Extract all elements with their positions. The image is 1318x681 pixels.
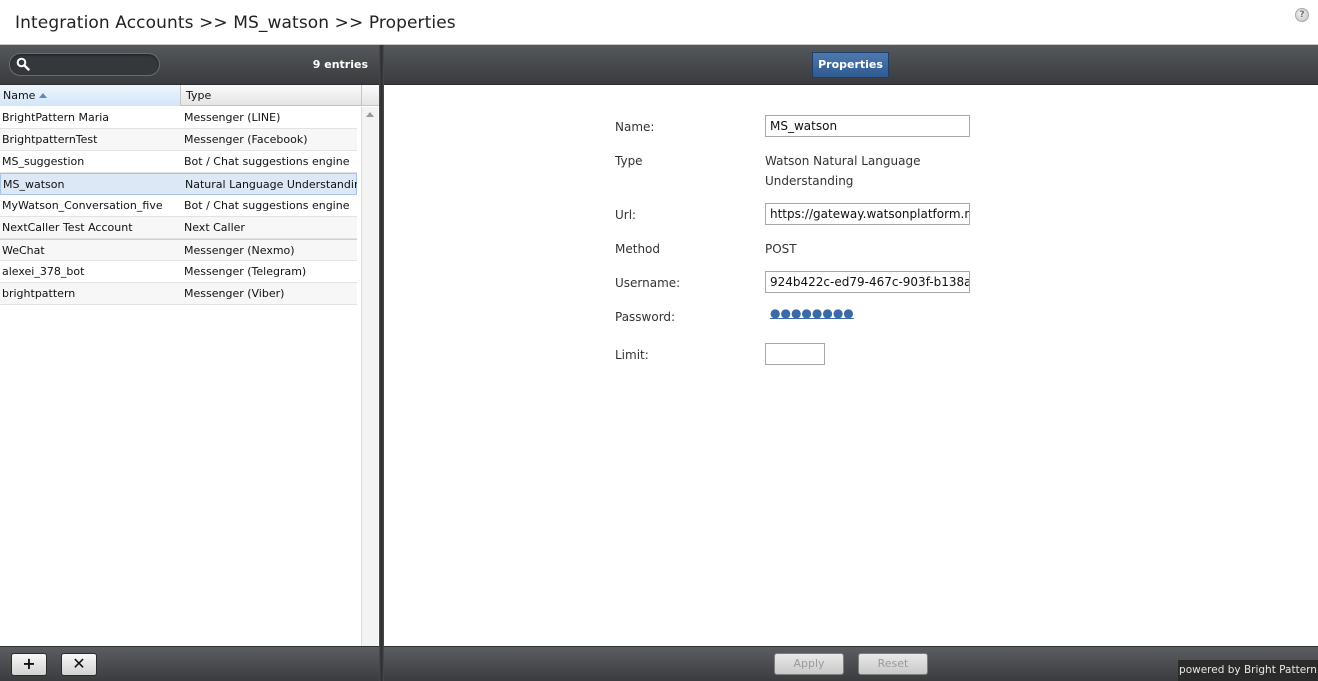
column-header-type[interactable]: Type bbox=[181, 85, 362, 106]
row-type: Messenger (Viber) bbox=[184, 287, 285, 300]
entries-count: 9 entries bbox=[312, 58, 368, 71]
search-icon bbox=[16, 57, 30, 71]
type-label: Type bbox=[615, 154, 643, 168]
grid-header: Name Type bbox=[0, 85, 379, 106]
row-type: Messenger (Telegram) bbox=[184, 265, 307, 278]
row-name: MyWatson_Conversation_five bbox=[2, 199, 163, 212]
row-type: Bot / Chat suggestions engine bbox=[184, 199, 350, 212]
row-type: Bot / Chat suggestions engine bbox=[184, 155, 350, 168]
method-label: Method bbox=[615, 242, 661, 256]
limit-input[interactable] bbox=[765, 343, 825, 365]
powered-by-label: powered by Bright Pattern bbox=[1178, 660, 1318, 681]
column-header-name[interactable]: Name bbox=[0, 85, 181, 106]
table-row[interactable]: NextCaller Test Account Next Caller bbox=[0, 217, 357, 239]
table-row[interactable]: BrightpatternTest Messenger (Facebook) bbox=[0, 129, 357, 151]
password-label: Password: bbox=[615, 310, 676, 324]
row-type: Messenger (Facebook) bbox=[184, 133, 308, 146]
password-link[interactable]: ●●●●●●●● bbox=[770, 306, 854, 320]
row-type: Messenger (LINE) bbox=[184, 111, 281, 124]
row-type: Natural Language Understanding bbox=[185, 178, 357, 191]
row-type: Next Caller bbox=[184, 221, 245, 234]
username-label: Username: bbox=[615, 276, 681, 290]
url-label: Url: bbox=[615, 208, 637, 222]
type-value: Watson Natural Language Understanding bbox=[765, 151, 920, 191]
row-name: brightpattern bbox=[2, 287, 76, 300]
table-row[interactable]: brightpattern Messenger (Viber) bbox=[0, 283, 357, 305]
row-name: BrightPattern Maria bbox=[2, 111, 110, 124]
properties-form: Name: MS_watson Type Watson Natural Lang… bbox=[384, 85, 1318, 646]
row-name: alexei_378_bot bbox=[2, 265, 85, 278]
method-value: POST bbox=[765, 242, 797, 256]
search-box[interactable] bbox=[9, 53, 160, 76]
limit-label: Limit: bbox=[615, 348, 649, 362]
type-value-line1: Watson Natural Language bbox=[765, 154, 921, 168]
accounts-table: BrightPattern Maria Messenger (LINE) Bri… bbox=[0, 107, 357, 305]
table-row[interactable]: MyWatson_Conversation_five Bot / Chat su… bbox=[0, 195, 357, 217]
list-toolbar: 9 entries bbox=[0, 45, 379, 85]
row-name: NextCaller Test Account bbox=[2, 221, 133, 234]
properties-panel: Properties Name: MS_watson Type Watson N… bbox=[384, 45, 1318, 681]
accounts-list-panel: 9 entries Name Type BrightPattern Maria … bbox=[0, 45, 379, 681]
row-name: WeChat bbox=[2, 244, 45, 257]
username-input[interactable]: 924b422c-ed79-467c-903f-b138a69d bbox=[765, 271, 970, 293]
row-type: Messenger (Nexmo) bbox=[184, 244, 295, 257]
row-name: MS_watson bbox=[3, 178, 65, 191]
type-value-line2: Understanding bbox=[765, 174, 854, 188]
url-input[interactable]: https://gateway.watsonplatform.net/ bbox=[765, 203, 970, 225]
sort-ascending-icon bbox=[39, 93, 48, 98]
table-row[interactable]: MS_suggestion Bot / Chat suggestions eng… bbox=[0, 151, 357, 173]
properties-toolbar: Properties bbox=[384, 45, 1318, 85]
table-row-selected[interactable]: MS_watson Natural Language Understanding bbox=[0, 173, 357, 195]
page-title: Integration Accounts >> MS_watson >> Pro… bbox=[15, 13, 456, 33]
name-input[interactable]: MS_watson bbox=[765, 115, 970, 137]
column-header-name-label: Name bbox=[3, 89, 36, 102]
search-input[interactable] bbox=[34, 56, 154, 73]
help-icon[interactable]: ? bbox=[1295, 8, 1309, 22]
add-account-button[interactable]: + bbox=[11, 653, 47, 676]
table-row[interactable]: WeChat Messenger (Nexmo) bbox=[0, 239, 357, 261]
scroll-up-icon[interactable] bbox=[366, 112, 374, 117]
tab-properties[interactable]: Properties bbox=[812, 52, 889, 78]
row-name: BrightpatternTest bbox=[2, 133, 98, 146]
vertical-scrollbar[interactable] bbox=[361, 107, 378, 681]
reset-button[interactable]: Reset bbox=[858, 653, 928, 675]
name-label: Name: bbox=[615, 120, 655, 134]
table-row[interactable]: BrightPattern Maria Messenger (LINE) bbox=[0, 107, 357, 129]
apply-button[interactable]: Apply bbox=[774, 653, 844, 675]
table-row[interactable]: alexei_378_bot Messenger (Telegram) bbox=[0, 261, 357, 283]
page-header: Integration Accounts >> MS_watson >> Pro… bbox=[0, 0, 1318, 45]
list-bottom-toolbar: + ✕ bbox=[0, 646, 379, 681]
delete-account-button[interactable]: ✕ bbox=[61, 653, 97, 676]
row-name: MS_suggestion bbox=[2, 155, 85, 168]
app-window: Integration Accounts >> MS_watson >> Pro… bbox=[0, 0, 1318, 681]
